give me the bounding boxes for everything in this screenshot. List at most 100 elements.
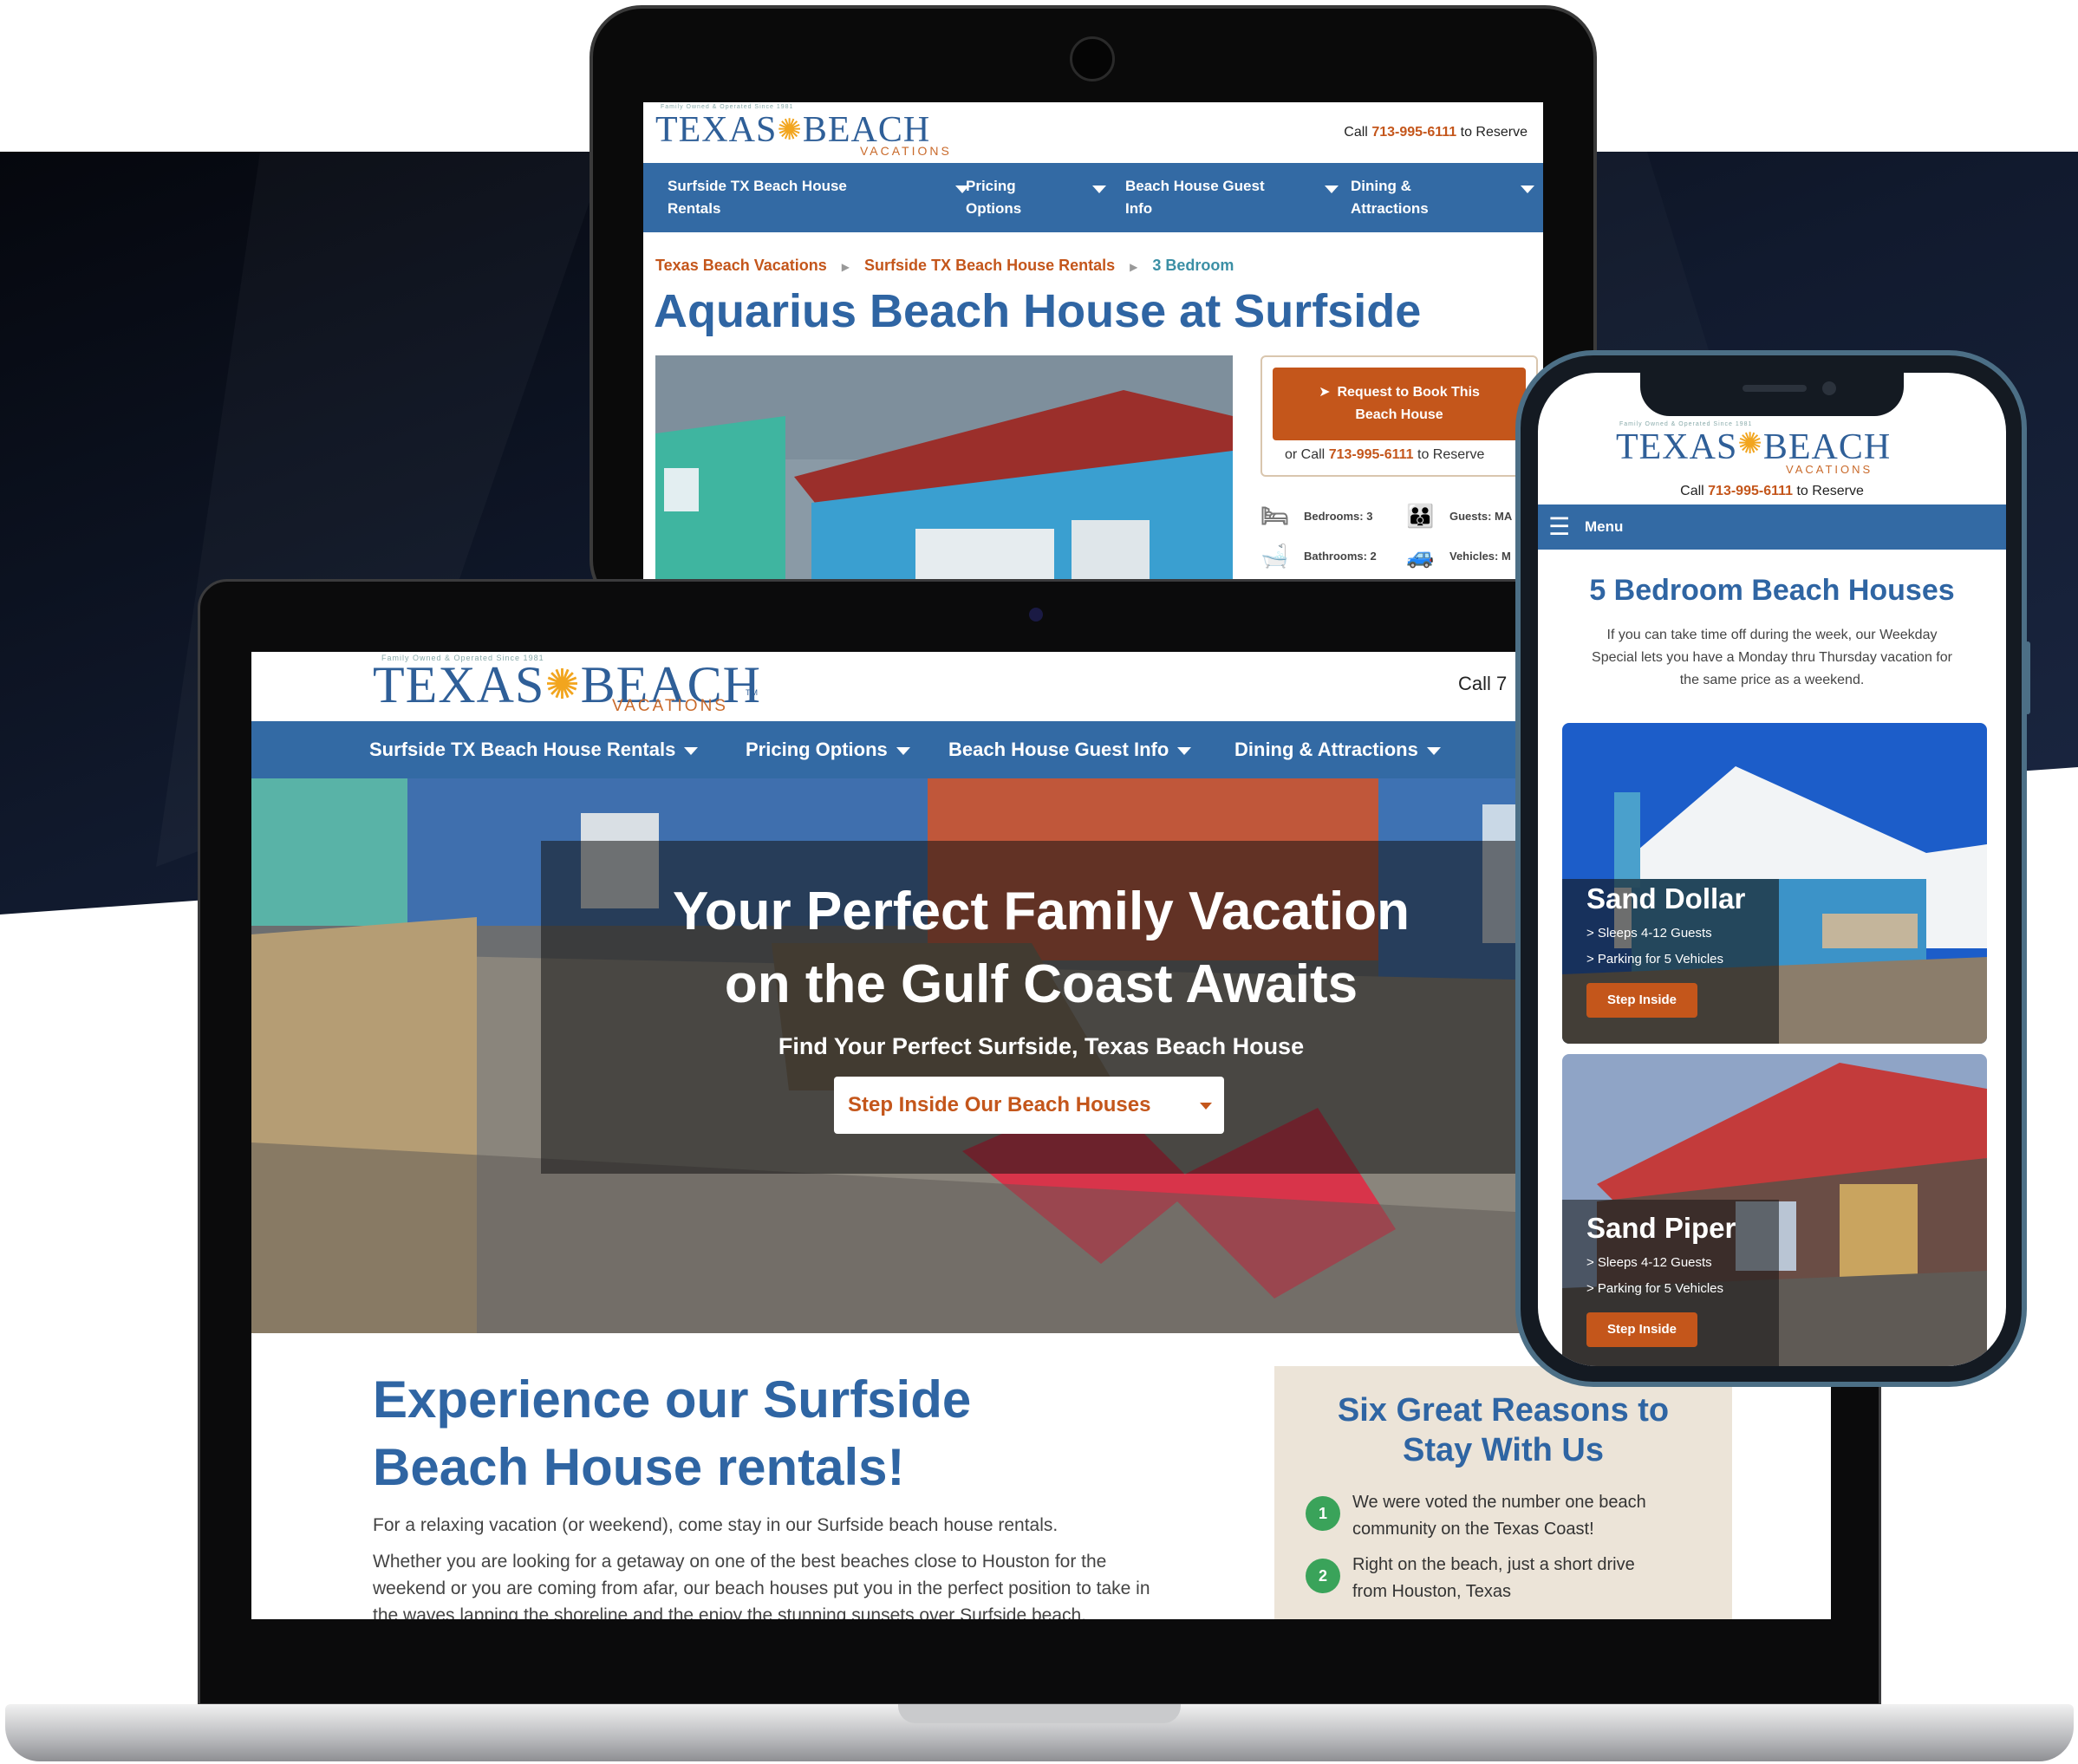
laptop-notch [898,1704,1181,1723]
request-to-book-button[interactable]: ➤ Request to Book This Beach House [1273,368,1526,440]
chevron-down-icon [1092,186,1106,193]
chevron-down-icon [1177,746,1192,755]
tablet-nav-pricing[interactable]: Pricing Options [966,175,1106,220]
menu-label: Menu [1585,518,1624,535]
intro-heading: Experience our Surfside Beach House rent… [373,1366,971,1501]
logo-tagline: Family Owned & Operated Since 1981 [1619,421,1753,427]
laptop-nav-rentals[interactable]: Surfside TX Beach House Rentals [369,721,699,778]
chevron-right-icon: ▶ [841,261,850,273]
logo-tagline: Family Owned & Operated Since 1981 [661,104,794,110]
card-title: Sand Dollar [1586,882,1746,915]
card-parking: > Parking for 5 Vehicles [1586,1281,1724,1296]
call-prefix: Call [1680,484,1709,498]
spec-bedrooms: Bedrooms: 3 [1304,510,1373,523]
reason-line2: community on the Texas Coast! [1352,1520,1594,1539]
house-card-sand-piper[interactable]: Sand Piper > Sleeps 4-12 Guests > Parkin… [1562,1054,1987,1366]
book-button-line1: Request to Book This [1337,385,1480,400]
aquarius-house-photo [655,355,1233,588]
send-icon: ➤ [1319,385,1331,400]
intro-heading-line1: Experience our Surfside [373,1370,972,1429]
page-title: Aquarius Beach House at Surfside [654,285,1422,337]
phone-speaker [1743,385,1807,392]
phone-camera [1822,381,1836,395]
chevron-down-icon [896,746,910,755]
nav-label: Beach House Guest Info [948,739,1169,760]
phone-intro-line2: Special lets you have a Monday thru Thur… [1592,650,1952,665]
laptop-nav-pricing[interactable]: Pricing Options [746,721,910,778]
phone-side-button [2025,641,2030,714]
phone-menu-bar[interactable]: ☰ Menu [1538,504,2006,550]
reason-item: We were voted the number one beach commu… [1352,1489,1646,1543]
spec-bathrooms: Bathrooms: 2 [1304,550,1377,563]
call-suffix: to Reserve [1456,125,1528,140]
nav-label-line1: Dining & [1351,178,1411,194]
chevron-down-icon [1426,746,1441,755]
specs-list: 🛏 Bedrooms: 3 👪 Guests: MA 🛁 Bathrooms: … [1260,503,1543,588]
laptop-logo[interactable]: Family Owned & Operated Since 1981 TEXAS… [373,652,761,715]
nav-label-line1: Pricing [966,178,1016,194]
step-inside-button[interactable]: Step Inside [1586,983,1697,1018]
step-inside-button[interactable]: Step Inside [1586,1312,1697,1347]
phone-link[interactable]: 713-995-6111 [1329,447,1414,462]
tablet-logo[interactable]: Family Owned & Operated Since 1981 TEXAS… [655,104,949,158]
tablet-nav-rentals[interactable]: Surfside TX Beach House Rentals [668,175,969,220]
tablet-nav-guest-info[interactable]: Beach House Guest Info [1125,175,1351,220]
card-sleeps: > Sleeps 4-12 Guests [1586,1255,1712,1270]
logo-sub: VACATIONS [860,144,952,158]
nav-label-line2: Rentals [668,200,721,217]
reason-line1: Right on the beach, just a short drive [1352,1555,1635,1574]
tablet-call-text: Call 713-995-6111 to Reserve [1344,125,1528,140]
spec-vehicles: Vehicles: M [1449,550,1511,563]
intro-heading-line2: Beach House rentals! [373,1438,905,1496]
intro-para1: For a relaxing vacation (or weekend), co… [373,1515,1059,1535]
car-icon: 🚙 [1406,543,1435,569]
phone-link[interactable]: 713-995-6111 [1371,125,1456,140]
laptop-call-text[interactable]: Call 7 [1458,673,1507,695]
logo-sun-icon: ✺ [544,662,581,708]
breadcrumb-current: 3 Bedroom [1152,257,1234,274]
phone-logo[interactable]: Family Owned & Operated Since 1981 TEXAS… [1616,421,1891,476]
breadcrumb-link-home[interactable]: Texas Beach Vacations [655,257,827,274]
mockup-stage: Family Owned & Operated Since 1981 TEXAS… [0,0,2078,1764]
nav-label: Surfside TX Beach House Rentals [369,739,676,760]
phone-intro: If you can take time off during the week… [1538,624,2006,692]
logo-word-right: BEACH [1762,427,1892,467]
laptop-camera [1029,608,1043,622]
phone-intro-line1: If you can take time off during the week… [1606,628,1938,642]
booking-box: ➤ Request to Book This Beach House or Cal… [1260,355,1538,477]
hero-cta-button[interactable]: Step Inside Our Beach Houses [834,1077,1224,1134]
reason-number-badge: 2 [1306,1559,1340,1593]
reason-item: Right on the beach, just a short drive f… [1352,1552,1635,1605]
chevron-right-icon: ▶ [1130,261,1138,273]
phone-heading: 5 Bedroom Beach Houses [1589,574,1955,607]
guests-icon: 👪 [1406,503,1435,529]
card-title: Sand Piper [1586,1212,1736,1244]
reasons-heading: Six Great Reasons to Stay With Us [1274,1390,1732,1470]
or-call-suffix: to Reserve [1413,447,1485,462]
logo-sub: VACATIONS [1786,463,1873,476]
phone-notch [1640,373,1904,416]
reasons-heading-line1: Six Great Reasons to [1337,1392,1670,1429]
laptop-nav-guest-info[interactable]: Beach House Guest Info [948,721,1192,778]
nav-label-line2: Info [1125,200,1153,217]
logo-word-left: TEXAS [373,656,545,713]
logo-sun-icon: ✺ [1737,428,1763,460]
reason-number-badge: 1 [1306,1496,1340,1531]
reason-line2: from Houston, Texas [1352,1582,1512,1601]
chevron-down-icon [684,746,699,755]
hamburger-menu-icon: ☰ [1548,513,1571,540]
phone-link[interactable]: 713-995-6111 [1708,484,1793,498]
tablet-nav-dining[interactable]: Dining & Attractions [1351,175,1534,220]
laptop-base [5,1704,2074,1761]
intro-para2-line1: Whether you are looking for a getaway on… [373,1552,1107,1572]
laptop-nav-dining[interactable]: Dining & Attractions [1234,721,1441,778]
bed-icon: 🛏 [1260,503,1290,529]
reason-line1: We were voted the number one beach [1352,1493,1646,1512]
card-parking: > Parking for 5 Vehicles [1586,952,1724,967]
breadcrumb-link-rentals[interactable]: Surfside TX Beach House Rentals [864,257,1115,274]
chevron-down-icon [1200,1103,1212,1110]
nav-label: Dining & Attractions [1234,739,1418,760]
or-call-text: or Call 713-995-6111 to Reserve [1285,447,1484,463]
or-call-prefix: or Call [1285,447,1329,462]
house-card-sand-dollar[interactable]: Sand Dollar > Sleeps 4-12 Guests > Parki… [1562,723,1987,1044]
